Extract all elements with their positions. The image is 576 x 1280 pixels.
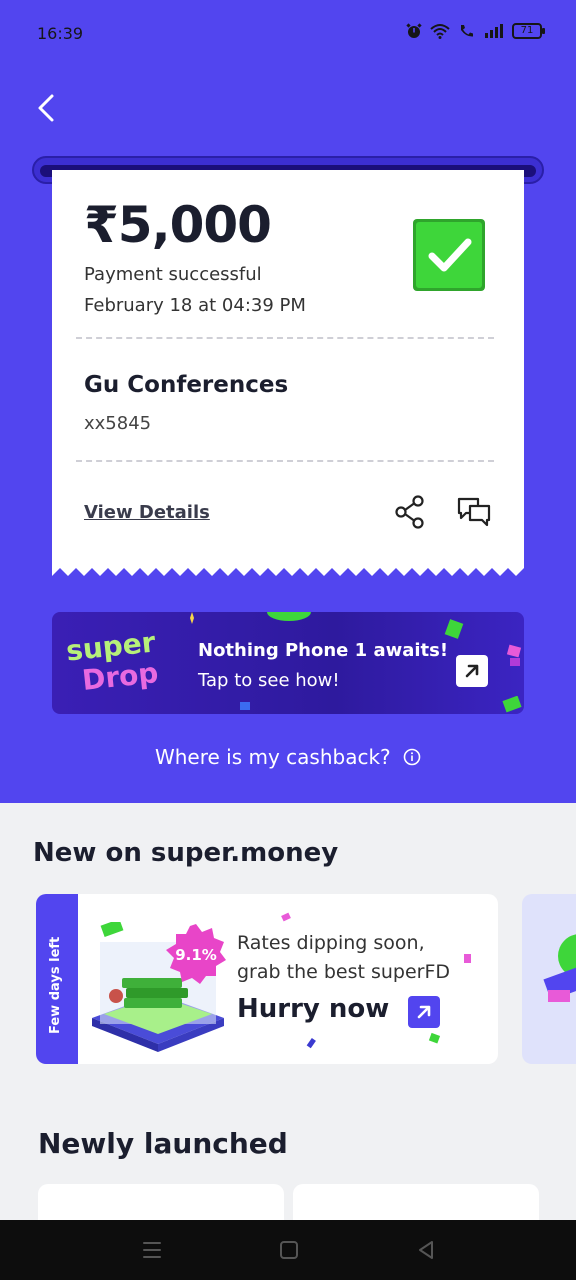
confetti-decoration	[306, 1038, 316, 1049]
super-drop-logo-drop: Drop	[80, 656, 160, 697]
navigation-bar	[0, 1220, 576, 1280]
confetti-decoration	[190, 612, 194, 624]
few-days-left-label: Few days left	[48, 936, 63, 1034]
superfd-card-line2: grab the best superFD	[237, 961, 451, 983]
superfd-card-line1: Rates dipping soon,	[237, 932, 425, 954]
back-icon[interactable]	[414, 1238, 438, 1262]
signal-icon	[485, 24, 503, 38]
confetti-decoration	[464, 954, 471, 963]
confetti-decoration	[240, 702, 250, 710]
payment-status: Payment successful	[84, 264, 262, 285]
cashback-link[interactable]: Where is my cashback?	[0, 743, 576, 769]
confetti-decoration	[281, 912, 291, 922]
confetti-decoration	[444, 619, 464, 639]
chat-icon[interactable]	[456, 495, 492, 529]
superfd-promo-card[interactable]: Few days left 9.1% Rates dipping soon, g…	[36, 894, 498, 1064]
banner-arrow-button[interactable]	[456, 655, 488, 687]
status-bar: 16:39 71	[0, 0, 576, 66]
chevron-left-icon[interactable]	[30, 90, 66, 126]
view-details-link[interactable]: View Details	[84, 502, 210, 523]
divider	[76, 460, 494, 462]
share-icon[interactable]	[394, 495, 426, 529]
hurry-now-arrow-button[interactable]	[408, 996, 440, 1028]
few-days-left-tab: Few days left	[36, 894, 78, 1064]
hurry-now-cta[interactable]: Hurry now	[237, 994, 389, 1024]
alarm-icon	[406, 23, 422, 38]
call-icon	[461, 25, 473, 37]
launched-tile[interactable]	[293, 1184, 539, 1224]
banner-subtitle: Tap to see how!	[198, 670, 340, 691]
cashback-link-label: Where is my cashback?	[154, 744, 391, 769]
check-icon	[413, 219, 485, 291]
arrow-up-right-icon	[417, 1005, 431, 1019]
merchant-name: Gu Conferences	[84, 372, 289, 398]
next-promo-card[interactable]	[522, 894, 576, 1064]
banner-title: Nothing Phone 1 awaits!	[198, 640, 449, 661]
rate-badge-text: 9.1%	[175, 946, 217, 964]
receipt-torn-edge	[52, 564, 524, 576]
confetti-decoration	[502, 696, 522, 713]
status-time: 16:39	[37, 24, 84, 43]
payment-datetime: February 18 at 04:39 PM	[84, 295, 306, 316]
confetti-decoration	[428, 1032, 441, 1044]
wifi-icon	[430, 24, 450, 39]
battery-icon: 71	[512, 23, 545, 39]
arrow-up-right-icon	[465, 664, 479, 678]
home-icon[interactable]	[277, 1238, 301, 1262]
divider	[76, 337, 494, 339]
info-icon	[403, 748, 421, 765]
payment-amount: ₹5,000	[84, 196, 272, 254]
merchant-account: xx5845	[84, 413, 152, 434]
launched-tile[interactable]	[38, 1184, 284, 1224]
confetti-decoration	[506, 644, 522, 666]
section-title-launched: Newly launched	[38, 1127, 288, 1160]
payment-receipt-card: ₹5,000 Payment successful February 18 at…	[52, 170, 524, 565]
status-icons: 71	[406, 23, 545, 39]
super-drop-banner[interactable]: super Drop Nothing Phone 1 awaits! Tap t…	[52, 612, 524, 714]
menu-icon[interactable]	[140, 1238, 164, 1262]
confetti-decoration	[267, 612, 311, 621]
promo-illustration	[543, 934, 576, 1002]
rate-badge: 9.1%	[166, 924, 226, 984]
section-title-new: New on super.money	[33, 838, 339, 868]
